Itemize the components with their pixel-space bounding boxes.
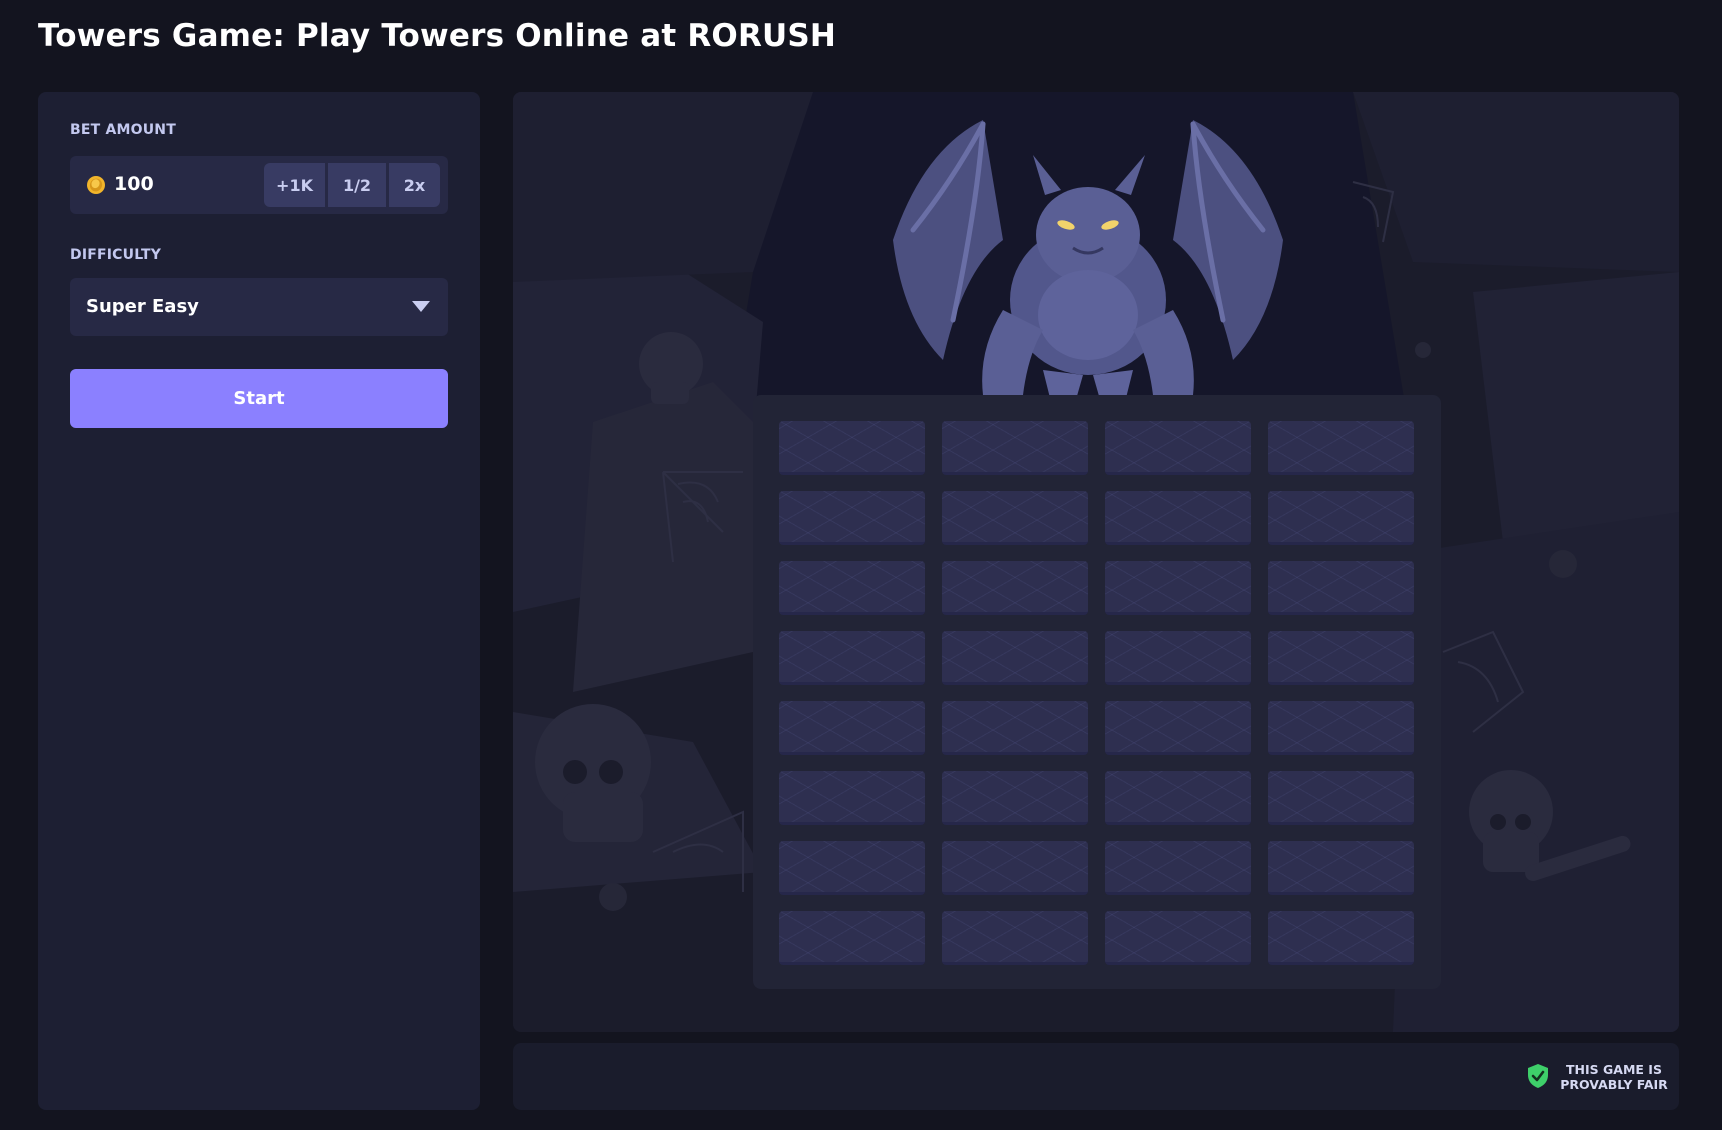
tower-tile[interactable] [1105,841,1251,895]
bet-controls-panel: BET AMOUNT 100 +1K 1/2 2x DIFFICULTY Sup… [38,92,480,1110]
double-bet-button[interactable]: 2x [389,163,440,207]
tower-tile[interactable] [1268,841,1414,895]
tower-tile[interactable] [779,561,925,615]
bet-quick-buttons: +1K 1/2 2x [264,163,440,207]
tower-tile[interactable] [779,911,925,965]
tower-tile[interactable] [1105,771,1251,825]
tower-tile[interactable] [779,771,925,825]
tower-tile[interactable] [942,631,1088,685]
bet-amount-value[interactable]: 100 [114,173,154,195]
provably-fair-line-2: PROVABLY FAIR [1560,1077,1668,1092]
tower-tile[interactable] [1268,771,1414,825]
tower-tile[interactable] [1105,561,1251,615]
start-button[interactable]: Start [70,369,448,428]
tower-tile[interactable] [1268,491,1414,545]
coin-icon [87,176,105,194]
tower-tile[interactable] [779,421,925,475]
chevron-down-icon[interactable] [412,301,430,312]
bet-amount-label: BET AMOUNT [70,122,176,138]
tower-tile[interactable] [1268,701,1414,755]
provably-fair-link[interactable]: THIS GAME IS PROVABLY FAIR [1559,1062,1669,1092]
add-1k-button[interactable]: +1K [264,163,325,207]
difficulty-label: DIFFICULTY [70,247,162,263]
tower-tile[interactable] [942,561,1088,615]
tower-board [753,395,1441,989]
tower-tile[interactable] [942,771,1088,825]
tower-tile[interactable] [1268,561,1414,615]
tower-tile[interactable] [942,701,1088,755]
tower-tile[interactable] [1105,421,1251,475]
tower-tile[interactable] [779,841,925,895]
tower-tile[interactable] [942,491,1088,545]
tower-tile[interactable] [779,631,925,685]
provably-fair-line-1: THIS GAME IS [1566,1062,1662,1077]
tower-tile[interactable] [1268,631,1414,685]
tower-tile[interactable] [1105,491,1251,545]
tower-tile[interactable] [1105,701,1251,755]
difficulty-select[interactable]: Super Easy [70,278,448,336]
tower-tile[interactable] [942,911,1088,965]
tower-tile[interactable] [1105,631,1251,685]
tile-grid [779,421,1414,965]
page-title: Towers Game: Play Towers Online at RORUS… [38,18,837,54]
half-bet-button[interactable]: 1/2 [328,163,386,207]
tower-tile[interactable] [779,701,925,755]
difficulty-value: Super Easy [86,296,199,317]
bet-amount-input[interactable]: 100 +1K 1/2 2x [70,156,448,214]
gargoyle-illustration [893,120,1283,410]
game-board-area [513,92,1679,1032]
shield-icon [1528,1064,1548,1088]
tower-tile[interactable] [1105,911,1251,965]
tower-tile[interactable] [779,491,925,545]
provably-fair-bar: THIS GAME IS PROVABLY FAIR [513,1043,1679,1110]
tower-tile[interactable] [1268,421,1414,475]
tower-tile[interactable] [942,841,1088,895]
tower-tile[interactable] [942,421,1088,475]
tower-tile[interactable] [1268,911,1414,965]
